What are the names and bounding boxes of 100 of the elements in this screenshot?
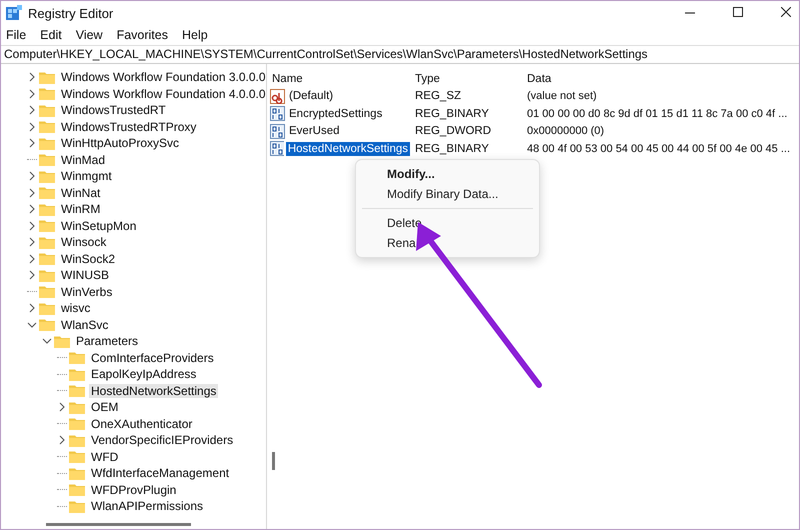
tree-item[interactable]: WFD — [89, 450, 120, 464]
window-title: Registry Editor — [28, 6, 114, 20]
value-name[interactable]: EverUsed — [287, 124, 342, 138]
column-header[interactable]: Data — [522, 72, 799, 85]
tree-item[interactable]: WlanSvc — [59, 318, 110, 332]
menu-item[interactable]: Rena — [356, 233, 539, 253]
folder-icon — [69, 466, 85, 480]
value-data: 01 00 00 00 d0 8c 9d df 01 15 d1 11 8c 7a 00 c0 4f ... — [526, 108, 788, 120]
value-type: REG_SZ — [414, 90, 462, 102]
folder-icon — [69, 483, 85, 496]
tree-item[interactable]: WinVerbs — [59, 284, 114, 299]
menu-item[interactable]: Modify... — [356, 164, 539, 184]
folder-icon — [39, 202, 55, 216]
tree-item[interactable]: WfdInterfaceManagement — [89, 466, 232, 480]
tree-item[interactable]: Winmgmt — [59, 169, 114, 184]
expand-chevron-icon[interactable] — [27, 303, 37, 314]
menu-item[interactable]: View — [76, 28, 103, 42]
tree-item[interactable]: WindowsTrustedRTProxy — [59, 120, 198, 134]
menu-item[interactable]: File — [6, 28, 26, 42]
folder-icon — [39, 120, 55, 134]
folder-icon — [69, 400, 85, 414]
expand-chevron-icon[interactable] — [57, 435, 67, 446]
tree-item[interactable]: Windows Workflow Foundation 3.0.0.0 — [59, 70, 268, 84]
expand-chevron-icon[interactable] — [27, 171, 37, 182]
tree-item[interactable]: WinSetupMon — [59, 218, 138, 233]
tree-item[interactable]: ComInterfaceProviders — [89, 350, 216, 365]
tree-item[interactable]: WlanAPIPermissions — [89, 499, 206, 514]
expand-chevron-icon[interactable] — [27, 254, 37, 264]
folder-icon — [39, 302, 55, 315]
folder-icon — [69, 368, 85, 381]
folder-icon — [39, 219, 55, 232]
column-header[interactable]: Name — [267, 72, 410, 85]
folder-icon — [69, 450, 85, 464]
tree-item[interactable]: WinSock2 — [59, 252, 118, 266]
menu-item[interactable]: Help — [182, 28, 208, 42]
expand-chevron-icon[interactable] — [27, 122, 37, 132]
tree-item[interactable]: Parameters — [74, 334, 140, 348]
tree-item[interactable]: wisvc — [59, 301, 92, 316]
address-field[interactable]: Computer\HKEY_LOCAL_MACHINE\SYSTEM\CurrentControlSet\Services\WlanSvc\Parameters\HostedNetworkSettings — [1, 46, 799, 63]
expand-chevron-icon[interactable] — [27, 105, 37, 116]
value-type: REG_DWORD — [414, 125, 492, 138]
column-header[interactable]: Type — [410, 72, 522, 85]
folder-icon — [39, 87, 55, 100]
value-name[interactable]: EncryptedSettings — [287, 106, 384, 121]
menu-item[interactable]: Modify Binary Data... — [356, 184, 539, 204]
expand-chevron-icon[interactable] — [27, 188, 37, 198]
folder-icon — [39, 153, 55, 166]
scrollbar-thumb[interactable] — [46, 522, 191, 526]
expand-chevron-icon[interactable] — [27, 72, 37, 82]
tree-item[interactable]: WINUSB — [59, 268, 111, 282]
folder-icon — [39, 104, 55, 117]
folder-icon — [69, 500, 85, 513]
tree-item[interactable]: OEM — [89, 400, 120, 414]
tree-item[interactable]: VendorSpecificIEProviders — [89, 433, 236, 448]
maximize-icon[interactable] — [733, 7, 743, 17]
folder-icon — [69, 351, 85, 364]
expand-chevron-icon[interactable] — [27, 270, 37, 280]
expand-chevron-icon[interactable] — [27, 220, 37, 231]
value-data: 48 00 4f 00 53 00 54 00 45 00 44 00 5f 00 4e 00 45 ... — [526, 142, 792, 155]
value-data: 0x00000000 (0) — [526, 125, 606, 138]
folder-icon — [39, 186, 55, 200]
value-name[interactable]: (Default) — [287, 89, 336, 104]
expand-chevron-icon[interactable] — [27, 138, 37, 148]
collapse-chevron-icon[interactable] — [42, 336, 52, 346]
tree-item[interactable]: WinRM — [59, 202, 102, 216]
tree-item[interactable]: WinMad — [59, 152, 108, 167]
folder-icon — [69, 434, 85, 447]
tree-item[interactable]: WinHttpAutoProxySvc — [59, 136, 182, 150]
folder-icon — [39, 236, 55, 249]
collapse-chevron-icon[interactable] — [27, 320, 37, 330]
folder-icon — [69, 384, 85, 398]
folder-icon — [39, 285, 55, 298]
folder-icon — [39, 252, 55, 266]
expand-chevron-icon[interactable] — [27, 88, 37, 99]
expand-chevron-icon[interactable] — [27, 237, 37, 248]
menu-item[interactable]: Edit — [40, 28, 62, 42]
expand-chevron-icon[interactable] — [27, 204, 37, 214]
folder-icon — [39, 136, 55, 150]
folder-icon — [39, 70, 55, 84]
expand-chevron-icon[interactable] — [57, 402, 67, 412]
tree-item[interactable]: Winsock — [59, 235, 108, 250]
tree-item[interactable]: WinNat — [59, 186, 102, 200]
folder-icon — [69, 417, 85, 430]
tree-item[interactable]: HostedNetworkSettings — [89, 384, 218, 398]
folder-icon — [39, 170, 55, 183]
tree-item[interactable]: EapolKeyIpAddress — [89, 367, 198, 382]
folder-icon — [39, 318, 55, 332]
value-name[interactable]: HostedNetworkSettings — [286, 142, 410, 156]
tree-item[interactable]: WindowsTrustedRT — [59, 103, 168, 118]
menu-item[interactable]: Favorites — [116, 28, 168, 42]
value-type: REG_BINARY — [414, 108, 490, 120]
value-data: (value not set) — [526, 90, 598, 102]
tree-item[interactable]: WFDProvPlugin — [89, 482, 178, 497]
tree-item[interactable]: OneXAuthenticator — [89, 416, 194, 431]
folder-icon — [39, 268, 55, 282]
folder-icon — [54, 334, 70, 348]
menu-item[interactable]: Delete — [356, 213, 539, 233]
scrollbar-thumb[interactable] — [272, 452, 275, 470]
close-icon[interactable] — [781, 7, 791, 17]
tree-item[interactable]: Windows Workflow Foundation 4.0.0.0 — [59, 86, 268, 101]
